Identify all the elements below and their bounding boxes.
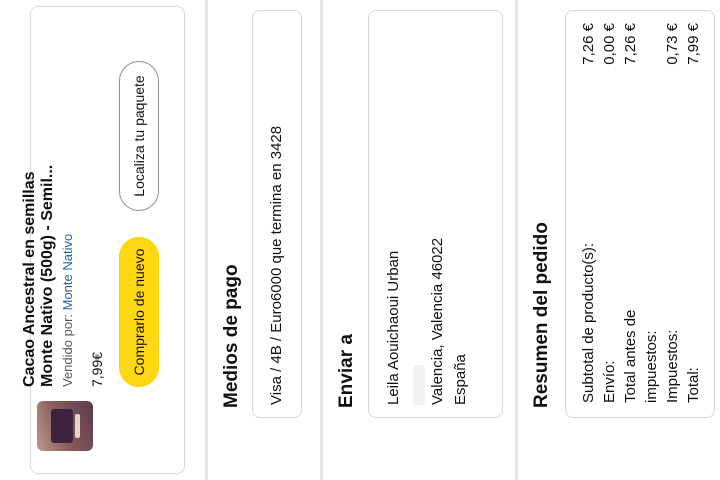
summary-value: 7,99 € bbox=[685, 23, 702, 65]
product-card: Cacao Ancestral en semillas Monte Nativo… bbox=[21, 6, 185, 474]
track-package-button[interactable]: Localiza tu paquete bbox=[119, 61, 159, 211]
summary-value: 0,00 € bbox=[601, 23, 618, 65]
summary-label: Total antes de bbox=[622, 309, 639, 403]
product-title-line2[interactable]: Monte Nativo (500g) - Semil... bbox=[39, 165, 57, 387]
summary-label: Envío: bbox=[601, 360, 618, 403]
summary-value: 7,26 € bbox=[580, 23, 597, 65]
product-title-line1[interactable]: Cacao Ancestral en semillas bbox=[21, 171, 39, 387]
product-image[interactable] bbox=[37, 401, 93, 451]
shipping-country: España bbox=[452, 354, 469, 405]
seller-line: Vendido por: Monte Nativo bbox=[60, 234, 75, 387]
payment-card: Visa / 4B / Euro6000 que termina en 3428 bbox=[252, 10, 302, 418]
section-divider bbox=[205, 0, 208, 480]
payment-heading: Medios de pago bbox=[221, 264, 242, 408]
section-divider bbox=[515, 0, 518, 480]
product-price: 7,99€ bbox=[89, 351, 105, 387]
summary-value: 7,26 € bbox=[622, 23, 639, 65]
shipping-card: Leila Aouichaoui Urban Valencia, Valenci… bbox=[368, 10, 503, 418]
summary-label: impuestos: bbox=[643, 330, 660, 403]
summary-value: 0,73 € bbox=[664, 23, 681, 65]
order-details-screen: Cacao Ancestral en semillas Monte Nativo… bbox=[0, 0, 720, 480]
seller-prefix: Vendido por: bbox=[60, 310, 75, 387]
shipping-heading: Enviar a bbox=[336, 334, 357, 408]
shipping-address-line: Valencia, Valencia 46022 bbox=[429, 237, 446, 405]
buy-again-button[interactable]: Comprarlo de nuevo bbox=[119, 237, 159, 387]
redacted-street bbox=[413, 365, 425, 405]
summary-label: Impuestos: bbox=[664, 329, 681, 403]
section-divider bbox=[320, 0, 323, 480]
summary-card: Subtotal de producto(s): 7,26 € Envío: 0… bbox=[565, 10, 715, 418]
summary-label: Total: bbox=[685, 367, 702, 403]
seller-link[interactable]: Monte Nativo bbox=[60, 234, 75, 311]
payment-method: Visa / 4B / Euro6000 que termina en 3428 bbox=[268, 125, 285, 405]
summary-label: Subtotal de producto(s): bbox=[580, 242, 597, 403]
shipping-name: Leila Aouichaoui Urban bbox=[385, 250, 402, 405]
summary-heading: Resumen del pedido bbox=[531, 222, 552, 408]
